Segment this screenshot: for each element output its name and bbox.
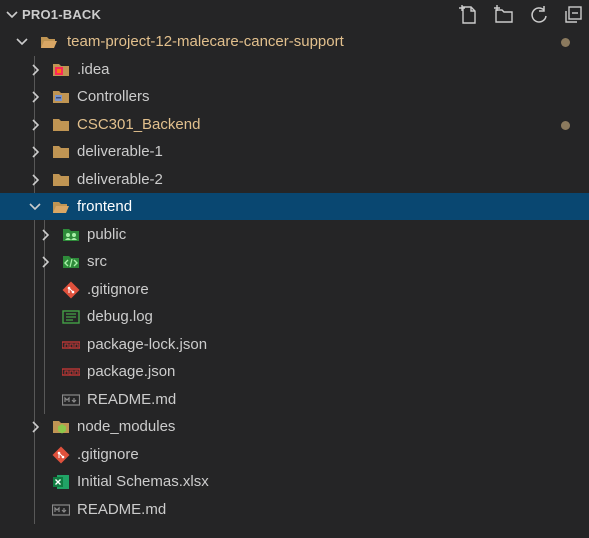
- folder-open-icon: [41, 37, 57, 48]
- src-folder-icon: [63, 256, 79, 268]
- tree-item-csc301-folder[interactable]: CSC301_Backend: [0, 111, 589, 138]
- modified-indicator: [561, 38, 570, 47]
- markdown-icon: [62, 394, 80, 406]
- node-folder-icon: [53, 421, 69, 434]
- chevron-right-icon[interactable]: [28, 143, 42, 161]
- chevron-right-icon[interactable]: [28, 61, 42, 79]
- tree-item-debug-log-file[interactable]: debug.log: [0, 303, 589, 330]
- tree-item-label: team-project-12-malecare-cancer-support: [67, 33, 344, 50]
- tree-item-schemas-file[interactable]: Initial Schemas.xlsx: [0, 468, 589, 495]
- tree-item-label: README.md: [87, 391, 177, 408]
- folder-icon: [53, 174, 69, 186]
- tree-item-label: deliverable-2: [77, 171, 163, 188]
- modified-indicator: [561, 121, 570, 130]
- excel-icon: [53, 475, 69, 489]
- folder-open-icon: [53, 202, 69, 213]
- tree-item-label: package-lock.json: [87, 336, 208, 353]
- folder-icon: [53, 146, 69, 158]
- folder-icon: [53, 119, 69, 131]
- tree-item-gitignore-file[interactable]: .gitignore: [0, 441, 589, 468]
- tree-item-label: deliverable-1: [77, 143, 163, 160]
- tree-item-label: debug.log: [87, 308, 153, 325]
- tree-item-label: Controllers: [77, 88, 150, 105]
- tree-item-label: .idea: [77, 61, 110, 78]
- chevron-down-icon[interactable]: [5, 6, 19, 24]
- tree-item-label: frontend: [77, 198, 133, 215]
- log-file-icon: [62, 310, 80, 324]
- controllers-folder-icon: [53, 91, 69, 103]
- tree-item-gitignore-file[interactable]: .gitignore: [0, 276, 589, 303]
- chevron-right-icon[interactable]: [38, 226, 52, 244]
- chevron-right-icon[interactable]: [38, 253, 52, 271]
- idea-folder-icon: [53, 64, 69, 76]
- tree-item-src-folder[interactable]: src: [0, 248, 589, 275]
- tree-item-package-lock-file[interactable]: package-lock.json: [0, 331, 589, 358]
- chevron-down-icon[interactable]: [28, 198, 42, 216]
- tree-item-label: Initial Schemas.xlsx: [77, 473, 209, 490]
- git-icon: [62, 281, 80, 299]
- tree-item-label: CSC301_Backend: [77, 116, 201, 133]
- public-folder-icon: [63, 229, 79, 241]
- explorer-title[interactable]: PRO1-BACK: [22, 7, 101, 22]
- tree-item-root-folder[interactable]: team-project-12-malecare-cancer-support: [0, 28, 589, 55]
- tree-item-node-modules-folder[interactable]: node_modules: [0, 413, 589, 440]
- tree-item-idea-folder[interactable]: .idea: [0, 56, 589, 83]
- tree-item-frontend-folder[interactable]: frontend: [0, 193, 589, 220]
- tree-item-deliverable2-folder[interactable]: deliverable-2: [0, 166, 589, 193]
- new-folder-icon[interactable]: [493, 4, 515, 26]
- tree-item-label: .gitignore: [77, 446, 139, 463]
- tree-item-label: node_modules: [77, 418, 176, 435]
- git-icon: [52, 446, 70, 464]
- explorer-header: PRO1-BACK: [0, 0, 589, 30]
- tree-item-label: public: [87, 226, 127, 243]
- collapse-all-icon[interactable]: [563, 4, 585, 26]
- tree-item-label: README.md: [77, 501, 167, 518]
- chevron-right-icon[interactable]: [28, 116, 42, 134]
- chevron-down-icon[interactable]: [15, 33, 29, 51]
- markdown-icon: [52, 504, 70, 516]
- tree-item-deliverable1-folder[interactable]: deliverable-1: [0, 138, 589, 165]
- new-file-icon[interactable]: [458, 4, 480, 26]
- npm-icon: [62, 341, 80, 349]
- tree-item-label: package.json: [87, 363, 176, 380]
- chevron-right-icon[interactable]: [28, 418, 42, 436]
- tree-item-package-json-file[interactable]: package.json: [0, 358, 589, 385]
- tree-item-controllers-folder[interactable]: Controllers: [0, 83, 589, 110]
- tree-item-public-folder[interactable]: public: [0, 221, 589, 248]
- tree-item-readme-file[interactable]: README.md: [0, 386, 589, 413]
- npm-icon: [62, 368, 80, 376]
- refresh-icon[interactable]: [528, 4, 550, 26]
- chevron-right-icon[interactable]: [28, 88, 42, 106]
- tree-item-readme-file[interactable]: README.md: [0, 496, 589, 523]
- tree-item-label: .gitignore: [87, 281, 149, 298]
- chevron-right-icon[interactable]: [28, 171, 42, 189]
- tree-item-label: src: [87, 253, 107, 270]
